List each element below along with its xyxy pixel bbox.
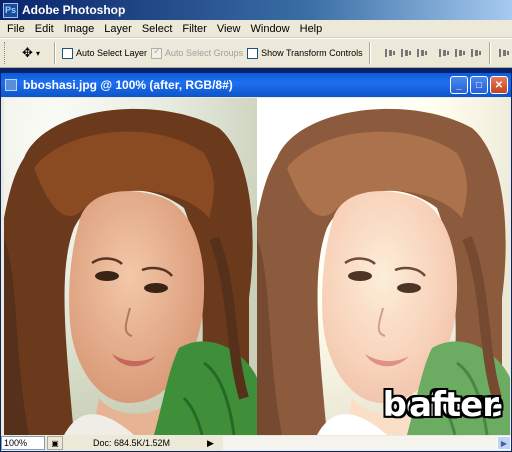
distribute-top-icon[interactable] — [497, 46, 511, 60]
menu-filter[interactable]: Filter — [177, 23, 211, 35]
document-title-bar[interactable]: bboshasi.jpg @ 100% (after, RGB/8#) _ □ … — [1, 73, 511, 97]
status-bar: 100% ▣ Doc: 684.5K/1.52M ▶ ▶ — [1, 435, 511, 451]
checkbox-box — [151, 46, 163, 59]
image-canvas[interactable]: before after — [4, 98, 510, 435]
zoom-level-field[interactable]: 100% — [1, 436, 45, 450]
menu-select[interactable]: Select — [137, 23, 178, 35]
app-title-bar[interactable]: Ps Adobe Photoshop — [0, 0, 512, 20]
align-top-edges-icon[interactable] — [383, 46, 397, 60]
menu-window[interactable]: Window — [246, 23, 295, 35]
align-buttons — [383, 46, 483, 60]
horizontal-scrollbar[interactable]: ▶ — [223, 436, 511, 450]
before-photo — [4, 98, 257, 435]
align-horizontal-centers-icon[interactable] — [453, 46, 467, 60]
navigator-icon[interactable]: ▣ — [47, 436, 63, 450]
move-tool-preset-button[interactable]: ✥ ▾ — [14, 42, 48, 64]
move-tool-icon: ✥ — [22, 45, 33, 60]
align-left-edges-icon[interactable] — [437, 46, 451, 60]
menu-view[interactable]: View — [212, 23, 246, 35]
menu-file[interactable]: File — [2, 23, 30, 35]
app-title: Adobe Photoshop — [22, 3, 126, 17]
checkbox-box[interactable] — [62, 47, 73, 59]
toolbar-grip[interactable] — [4, 42, 7, 64]
show-transform-controls-checkbox[interactable]: Show Transform Controls — [247, 47, 363, 59]
separator — [488, 42, 491, 64]
auto-select-groups-checkbox: Auto Select Groups — [151, 46, 244, 59]
auto-select-groups-label: Auto Select Groups — [165, 48, 244, 58]
document-icon — [5, 79, 17, 91]
separator — [54, 42, 56, 64]
menu-layer[interactable]: Layer — [99, 23, 137, 35]
maximize-button[interactable]: □ — [470, 76, 488, 94]
menu-edit[interactable]: Edit — [30, 23, 59, 35]
photoshop-icon: Ps — [3, 2, 18, 18]
auto-select-layer-label: Auto Select Layer — [76, 48, 148, 58]
auto-select-layer-checkbox[interactable]: Auto Select Layer — [62, 47, 148, 59]
document-title: bboshasi.jpg @ 100% (after, RGB/8#) — [23, 78, 233, 92]
menu-image[interactable]: Image — [59, 23, 100, 35]
align-right-edges-icon[interactable] — [469, 46, 483, 60]
status-menu-arrow-icon[interactable]: ▶ — [207, 438, 219, 449]
document-info: Doc: 684.5K/1.52M — [93, 438, 171, 448]
minimize-button[interactable]: _ — [450, 76, 468, 94]
align-vertical-centers-icon[interactable] — [399, 46, 413, 60]
scroll-right-icon[interactable]: ▶ — [497, 436, 511, 450]
menu-help[interactable]: Help — [295, 23, 328, 35]
window-controls: _ □ ✕ — [450, 76, 508, 94]
show-transform-controls-label: Show Transform Controls — [261, 48, 363, 58]
chevron-down-icon: ▾ — [35, 48, 40, 58]
portrait-before-image — [4, 98, 257, 435]
checkbox-box[interactable] — [247, 47, 259, 59]
menu-bar: File Edit Image Layer Select Filter View… — [0, 20, 512, 38]
close-button[interactable]: ✕ — [490, 76, 508, 94]
separator — [368, 42, 371, 64]
after-caption: after — [409, 385, 499, 425]
document-window: bboshasi.jpg @ 100% (after, RGB/8#) _ □ … — [0, 72, 512, 452]
options-bar: ✥▾ Auto Select Layer Auto Select Groups … — [0, 38, 512, 68]
align-bottom-edges-icon[interactable] — [415, 46, 429, 60]
